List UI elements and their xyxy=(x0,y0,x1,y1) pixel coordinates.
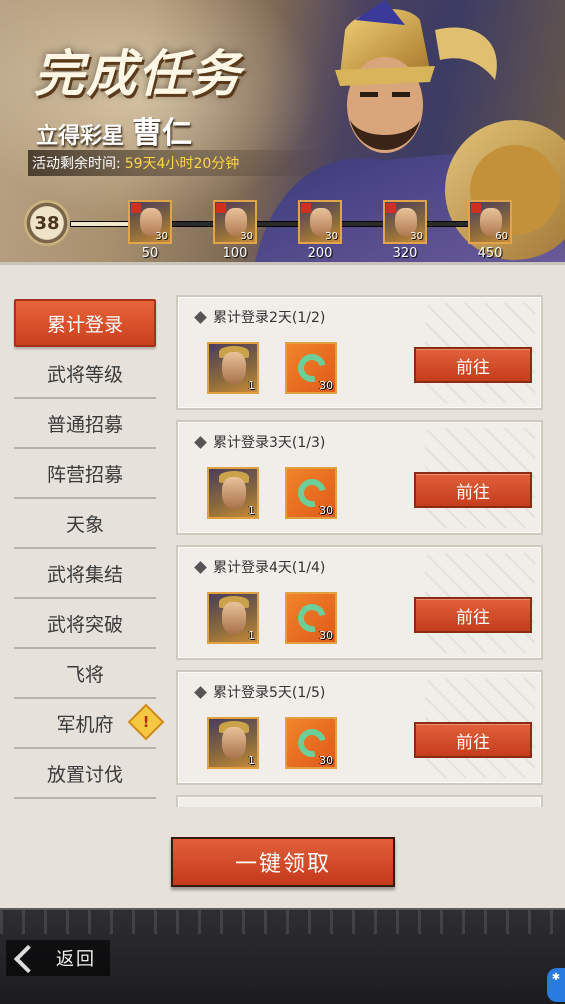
hero-face-icon xyxy=(222,602,246,634)
current-level: 38 xyxy=(24,200,70,246)
task-title: 累计登录2天(1/2) xyxy=(194,307,326,327)
hero-face-icon xyxy=(222,352,246,384)
progress-fill xyxy=(71,222,131,226)
task-card: 累计登录5天(1/5) 1 30 前往 xyxy=(176,670,543,785)
milestone-reward[interactable]: 30 xyxy=(298,200,342,244)
diamond-bullet-icon xyxy=(194,560,207,574)
go-button[interactable]: 前往 xyxy=(414,472,532,508)
task-title: 累计登录3天(1/3) xyxy=(194,432,326,452)
rarity-badge xyxy=(471,203,481,213)
jade-reward-item[interactable]: 30 xyxy=(285,717,337,769)
item-quantity: 1 xyxy=(248,504,255,517)
item-quantity: 1 xyxy=(248,379,255,392)
milestone-value: 100 xyxy=(222,246,248,261)
back-button[interactable]: 返回 xyxy=(6,940,110,976)
task-title-text: 累计登录5天(1/5) xyxy=(213,685,326,701)
sidebar-item-label: 军机府 xyxy=(56,713,114,736)
alert-icon: ! xyxy=(127,703,165,741)
reward-count: 60 xyxy=(495,231,508,242)
task-title-text: 累计登录4天(1/4) xyxy=(213,560,326,576)
task-card: 累计登录3天(1/3) 1 30 前往 xyxy=(176,420,543,535)
claim-all-button[interactable]: 一键领取 xyxy=(171,837,395,887)
reward-count: 30 xyxy=(410,231,423,242)
task-list[interactable]: 累计登录2天(1/2) 1 30 前往 累计登录3天(1/3) 1 30 前往 … xyxy=(176,295,543,807)
reward-count: 30 xyxy=(325,231,338,242)
go-button[interactable]: 前往 xyxy=(414,722,532,758)
hero-reward-item[interactable]: 1 xyxy=(207,592,259,644)
task-title: 累计登录4天(1/4) xyxy=(194,557,326,577)
hero-reward-item[interactable]: 1 xyxy=(207,717,259,769)
sidebar-item-normal-recruit[interactable]: 普通招募 xyxy=(14,399,156,449)
go-button[interactable]: 前往 xyxy=(414,347,532,383)
milestone-value: 320 xyxy=(392,246,418,261)
task-card: 累计登录2天(1/2) 1 30 前往 xyxy=(176,295,543,410)
event-subtitle: 立得彩星 曹仁 xyxy=(36,108,192,152)
bottom-bar: 返回 ✱ xyxy=(0,908,565,1004)
sidebar-item-hero-gather[interactable]: 武将集结 xyxy=(14,549,156,599)
sidebar-item-flying-general[interactable]: 飞将 xyxy=(14,649,156,699)
hero-reward-item[interactable]: 1 xyxy=(207,467,259,519)
milestone-reward[interactable]: 60 xyxy=(468,200,512,244)
diamond-bullet-icon xyxy=(194,685,207,699)
subtitle-prefix: 立得彩星 xyxy=(36,124,125,149)
hero-face-icon xyxy=(222,727,246,759)
task-title-text: 累计登录2天(1/2) xyxy=(213,310,326,326)
task-title-text: 累计登录3天(1/3) xyxy=(213,435,326,451)
task-panel: 累计登录 武将等级 普通招募 阵营招募 天象 武将集结 武将突破 飞将 军机府 … xyxy=(0,262,565,908)
sidebar-item-faction-recruit[interactable]: 阵营招募 xyxy=(14,449,156,499)
diamond-bullet-icon xyxy=(194,310,207,324)
assistant-float-icon[interactable]: ✱ xyxy=(547,968,565,1002)
event-timer: 活动剩余时间: 59天4小时20分钟 xyxy=(28,150,328,176)
sidebar-item-celestial[interactable]: 天象 xyxy=(14,499,156,549)
sidebar-item-military-office[interactable]: 军机府 ! xyxy=(14,699,165,749)
sidebar-item-idle-campaign[interactable]: 放置讨伐 xyxy=(14,749,156,799)
sidebar-item-hero-breakthrough[interactable]: 武将突破 xyxy=(14,599,156,649)
hero-face-icon xyxy=(222,477,246,509)
milestone-value: 450 xyxy=(477,246,503,261)
reward-count: 30 xyxy=(240,231,253,242)
milestone-value: 200 xyxy=(307,246,333,261)
back-label: 返回 xyxy=(56,949,96,970)
task-card-partial xyxy=(176,795,543,807)
timer-label: 活动剩余时间: xyxy=(32,156,121,172)
hero-name: 曹仁 xyxy=(132,116,193,151)
progress-track: 38 30 50 30 100 30 200 30 320 60 450 xyxy=(0,192,565,262)
item-quantity: 30 xyxy=(319,629,333,642)
rarity-badge xyxy=(386,203,396,213)
back-arrow-icon xyxy=(8,941,42,975)
rarity-badge xyxy=(301,203,311,213)
sidebar-item-hero-level[interactable]: 武将等级 xyxy=(14,349,156,399)
jade-reward-item[interactable]: 30 xyxy=(285,592,337,644)
task-title: 累计登录5天(1/5) xyxy=(194,682,326,702)
item-quantity: 1 xyxy=(248,629,255,642)
rarity-badge xyxy=(216,203,226,213)
event-banner: 完成任务 立得彩星 曹仁 活动剩余时间: 59天4小时20分钟 38 30 50… xyxy=(0,0,565,262)
item-quantity: 30 xyxy=(319,504,333,517)
event-title: 完成任务 xyxy=(34,44,242,103)
bottom-decoration xyxy=(0,910,565,934)
milestone-reward[interactable]: 30 xyxy=(128,200,172,244)
item-quantity: 1 xyxy=(248,754,255,767)
task-card: 累计登录4天(1/4) 1 30 前往 xyxy=(176,545,543,660)
category-sidebar: 累计登录 武将等级 普通招募 阵营招募 天象 武将集结 武将突破 飞将 军机府 … xyxy=(14,299,165,799)
timer-value: 59天4小时20分钟 xyxy=(124,156,240,172)
reward-count: 30 xyxy=(155,231,168,242)
jade-reward-item[interactable]: 30 xyxy=(285,342,337,394)
rarity-badge xyxy=(131,203,141,213)
milestone-reward[interactable]: 30 xyxy=(213,200,257,244)
item-quantity: 30 xyxy=(319,754,333,767)
milestone-value: 50 xyxy=(141,246,159,261)
milestone-reward[interactable]: 30 xyxy=(383,200,427,244)
go-button[interactable]: 前往 xyxy=(414,597,532,633)
alert-glyph: ! xyxy=(142,713,150,731)
hero-reward-item[interactable]: 1 xyxy=(207,342,259,394)
jade-reward-item[interactable]: 30 xyxy=(285,467,337,519)
diamond-bullet-icon xyxy=(194,435,207,449)
item-quantity: 30 xyxy=(319,379,333,392)
sidebar-item-login[interactable]: 累计登录 xyxy=(14,299,156,347)
